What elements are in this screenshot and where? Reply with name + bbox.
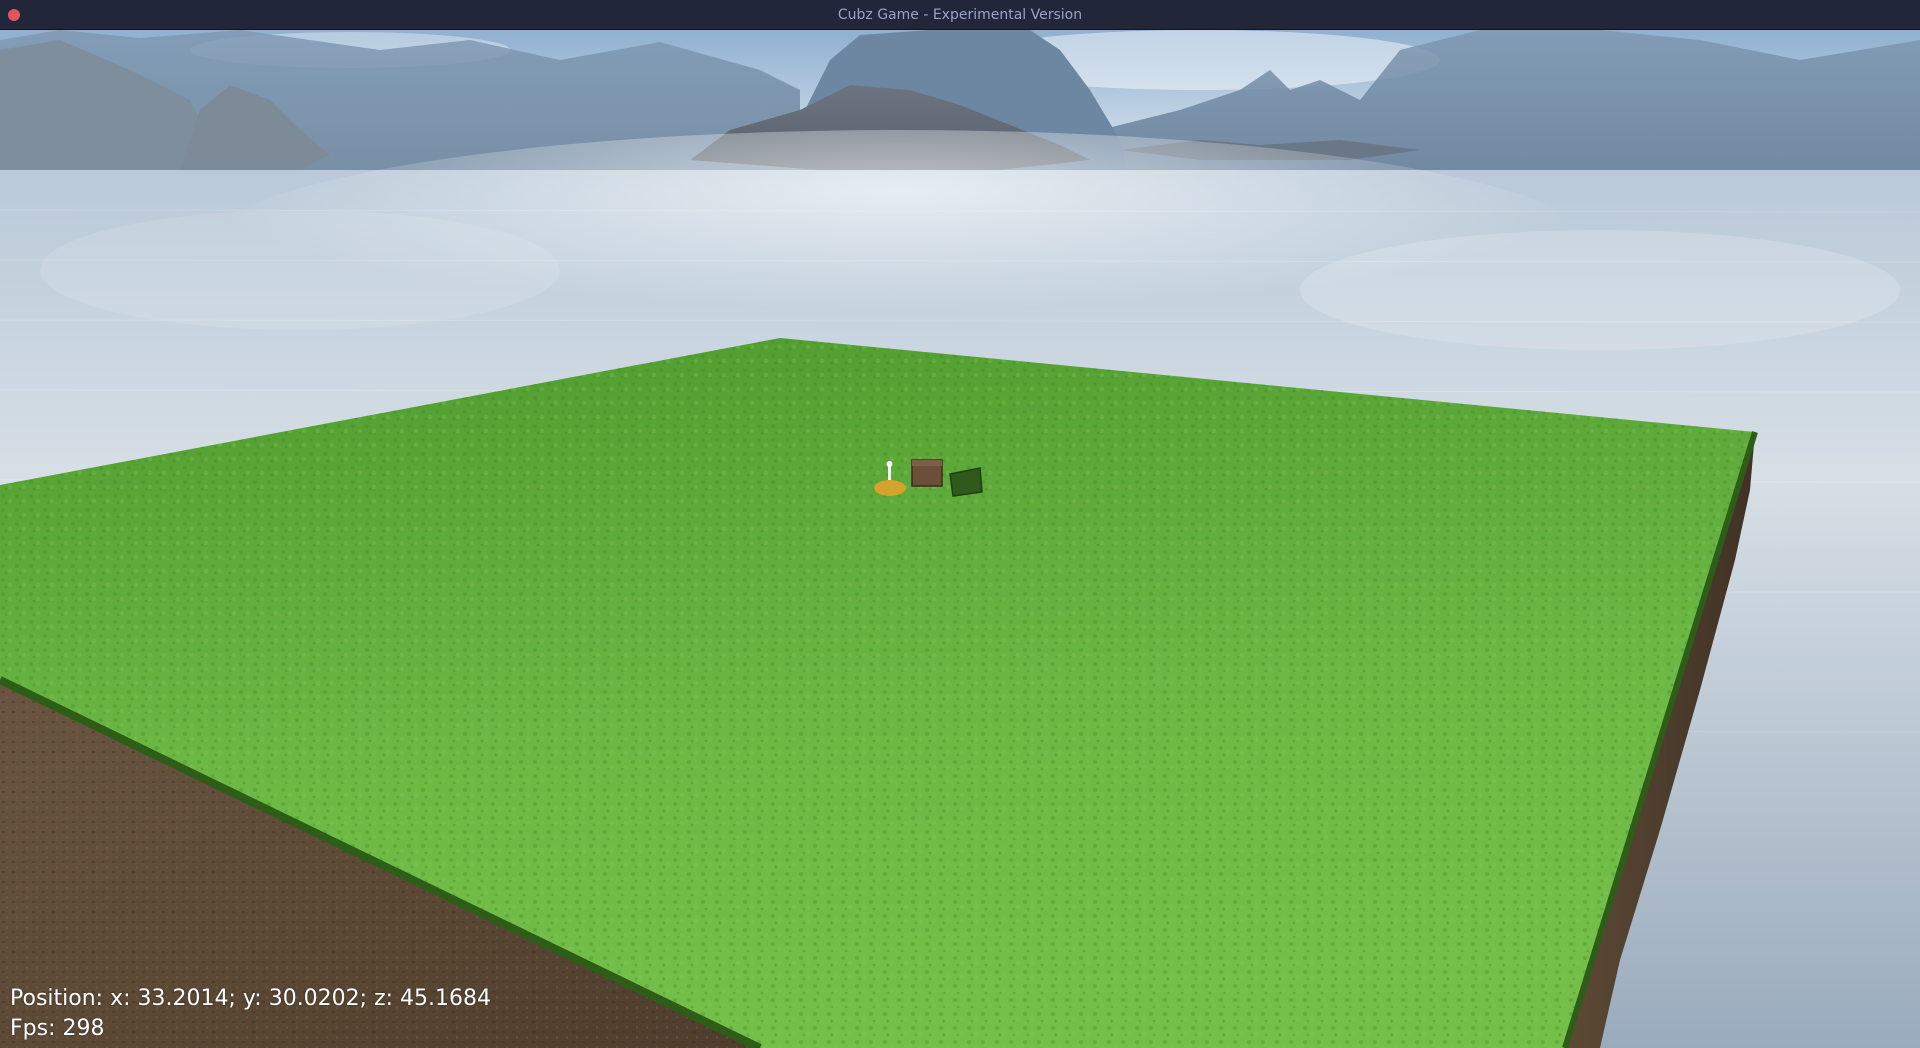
- player-marker: [888, 466, 891, 480]
- scene-render: [0, 30, 1920, 1048]
- fps-readout: Fps: 298: [10, 1016, 105, 1041]
- debug-hud: Position: x: 33.2014; y: 30.0202; z: 45.…: [10, 984, 491, 1044]
- window-title: Cubz Game - Experimental Version: [837, 7, 1083, 23]
- game-viewport[interactable]: Position: x: 33.2014; y: 30.0202; z: 45.…: [0, 30, 1920, 1048]
- sprite-flowers: [874, 480, 906, 496]
- game-window: Cubz Game - Experimental Version Positio…: [0, 0, 1920, 1048]
- window-titlebar[interactable]: Cubz Game - Experimental Version: [0, 0, 1920, 30]
- position-readout: Position: x: 33.2014; y: 30.0202; z: 45.…: [10, 986, 492, 1011]
